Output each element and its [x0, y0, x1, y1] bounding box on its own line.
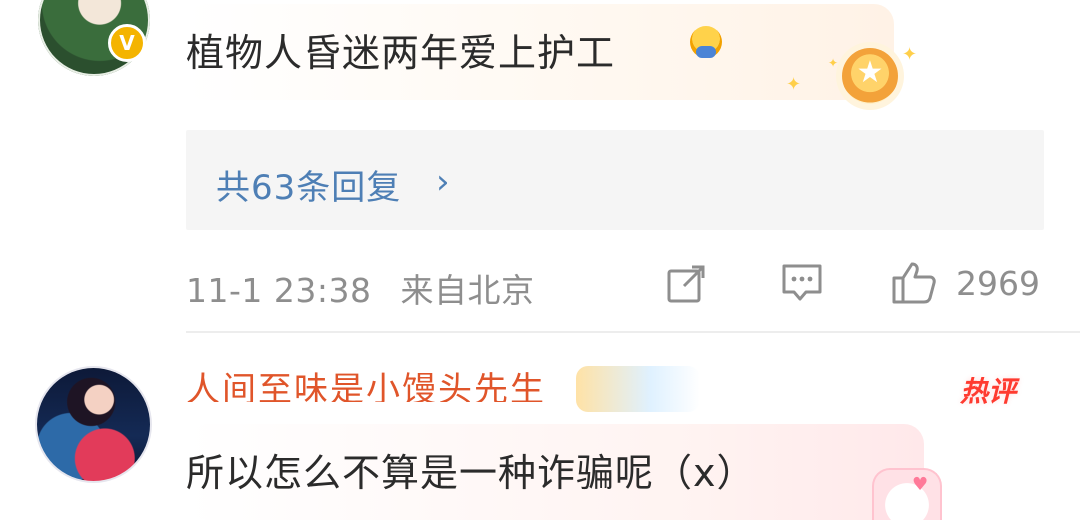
share-edit-icon[interactable]	[666, 264, 706, 304]
thumbs-up-icon[interactable]	[890, 258, 938, 306]
replies-count-link[interactable]: 共63条回复	[216, 160, 401, 209]
location: 来自北京	[400, 271, 535, 310]
sparkle-icon: ✦	[786, 74, 802, 95]
like-count: 2969	[956, 264, 1040, 303]
sparkle-icon: ✦	[828, 56, 839, 70]
comment-meta: 11-1 23:38 来自北京	[186, 264, 535, 312]
duck-emoji-icon	[690, 26, 722, 58]
username-commenter-2[interactable]: 人间至味是小馒头先生	[186, 372, 546, 402]
gold-star-badge-icon: ★	[842, 48, 898, 104]
timestamp: 11-1 23:38	[186, 271, 372, 310]
chevron-right-icon: ›	[436, 162, 450, 202]
name-decoration-icon	[576, 366, 700, 412]
comment-text-2: 所以怎么不算是一种诈骗呢（x）	[186, 451, 756, 495]
divider	[186, 331, 1080, 333]
hot-comment-badge: 热评	[960, 375, 1017, 408]
heart-icon: ♥	[912, 474, 929, 495]
sparkle-icon: ✦	[902, 44, 918, 65]
bunny-sticker-icon	[872, 468, 942, 520]
verified-v-icon: V	[108, 24, 146, 62]
comment-bubble-icon[interactable]	[780, 262, 824, 304]
avatar-commenter-2[interactable]	[37, 368, 150, 481]
comment-text-1: 植物人昏迷两年爱上护工	[186, 31, 616, 75]
